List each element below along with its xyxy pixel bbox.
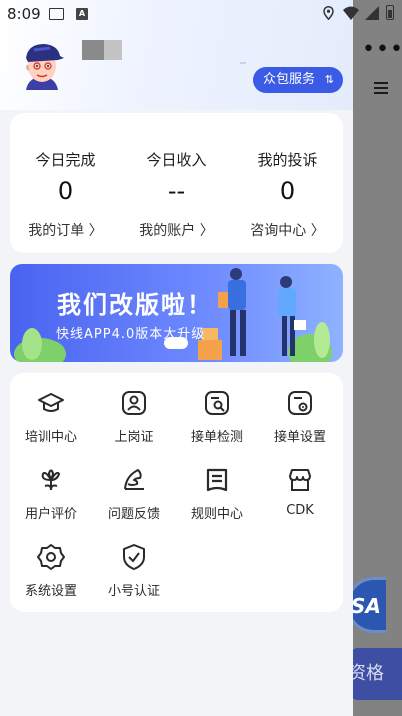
menu-item-training-center[interactable]: 培训中心 — [10, 373, 92, 445]
menu-item-rules-center[interactable]: 规则中心 — [176, 450, 258, 522]
menu-item-label: 培训中心 — [24, 430, 77, 445]
menu-item-label: 用户评价 — [24, 507, 77, 522]
menu-item-label: 小号认证 — [107, 584, 160, 599]
header-dot — [240, 62, 246, 64]
more-icon[interactable]: ••• — [362, 39, 402, 61]
stats-card: 今日完成 0 我的订单 〉 今日收入 -- 我的账户 〉 我的投诉 0 咨询中心… — [10, 113, 343, 253]
menu-item-label: 规则中心 — [190, 507, 243, 522]
stat-value: 0 — [57, 177, 74, 205]
location-icon — [323, 6, 334, 20]
wifi-icon — [343, 6, 359, 20]
menu-item-feedback[interactable]: 问题反馈 — [93, 450, 175, 522]
username-redacted — [82, 40, 122, 60]
avatar[interactable] — [20, 38, 64, 94]
shield-check-icon — [123, 544, 145, 570]
menu-item-label: 问题反馈 — [107, 507, 160, 522]
graduation-cap-icon — [38, 393, 64, 412]
menu-grid-card: 培训中心 上岗证 接单检测 接单设置 用户评价 问题反馈 规则中心 CDK 系统… — [10, 373, 343, 612]
stat-label: 今日完成 — [35, 151, 96, 169]
service-button-label: 众包服务 — [263, 72, 316, 87]
status-bar: 8:09 A — [0, 0, 402, 28]
feather-pen-icon — [124, 469, 144, 490]
banner-pager-indicator — [164, 337, 188, 349]
settings-doc-icon — [288, 391, 312, 415]
signal-icon — [365, 6, 379, 20]
promo-banner[interactable]: 我们改版啦！ 快线APP4.0版本大升级 — [10, 264, 343, 362]
a-app-icon: A — [76, 8, 88, 20]
menu-item-work-permit[interactable]: 上岗证 — [93, 373, 175, 445]
search-doc-icon — [205, 391, 229, 415]
battery-icon — [386, 5, 394, 20]
menu-item-label: CDK — [286, 503, 314, 518]
menu-item-system-settings[interactable]: 系统设置 — [10, 527, 92, 599]
menu-item-alt-account-verify[interactable]: 小号认证 — [93, 527, 175, 599]
bg-qualification-button[interactable]: 资格 — [350, 648, 402, 700]
menu-item-order-settings[interactable]: 接单设置 — [259, 373, 341, 445]
menu-item-order-check[interactable]: 接单检测 — [176, 373, 258, 445]
stat-value: 0 — [279, 177, 296, 205]
consult-center-link[interactable]: 咨询中心 〉 — [232, 220, 343, 240]
bg-button-label: 资格 — [350, 663, 384, 684]
bg-badge-text: SA — [351, 594, 381, 618]
menu-icon[interactable] — [374, 82, 388, 94]
my-orders-link[interactable]: 我的订单 〉 — [10, 220, 121, 240]
status-time: 8:09 — [7, 5, 41, 23]
menu-item-cdk[interactable]: CDK — [259, 450, 341, 520]
stat-label: 今日收入 — [146, 151, 207, 169]
message-icon — [49, 8, 64, 20]
banner-title: 我们改版啦！ — [57, 291, 213, 319]
menu-item-label: 上岗证 — [114, 430, 154, 445]
stat-label: 我的投诉 — [257, 151, 318, 169]
side-drawer: 众包服务 ⇅ 今日完成 0 我的订单 〉 今日收入 -- 我的账户 〉 我的投诉… — [0, 0, 353, 716]
my-account-link[interactable]: 我的账户 〉 — [121, 220, 232, 240]
shop-icon — [289, 469, 311, 491]
menu-item-label: 系统设置 — [24, 584, 77, 599]
rules-icon — [206, 468, 228, 492]
flower-icon — [41, 469, 61, 491]
gear-icon — [37, 544, 65, 570]
crowdsource-service-button[interactable]: 众包服务 ⇅ — [253, 67, 343, 93]
stat-value: -- — [167, 177, 186, 205]
menu-item-user-reviews[interactable]: 用户评价 — [10, 450, 92, 522]
menu-item-label: 接单检测 — [190, 430, 243, 445]
id-badge-icon — [122, 391, 146, 415]
swap-icon: ⇅ — [324, 73, 334, 86]
menu-item-label: 接单设置 — [273, 430, 326, 445]
